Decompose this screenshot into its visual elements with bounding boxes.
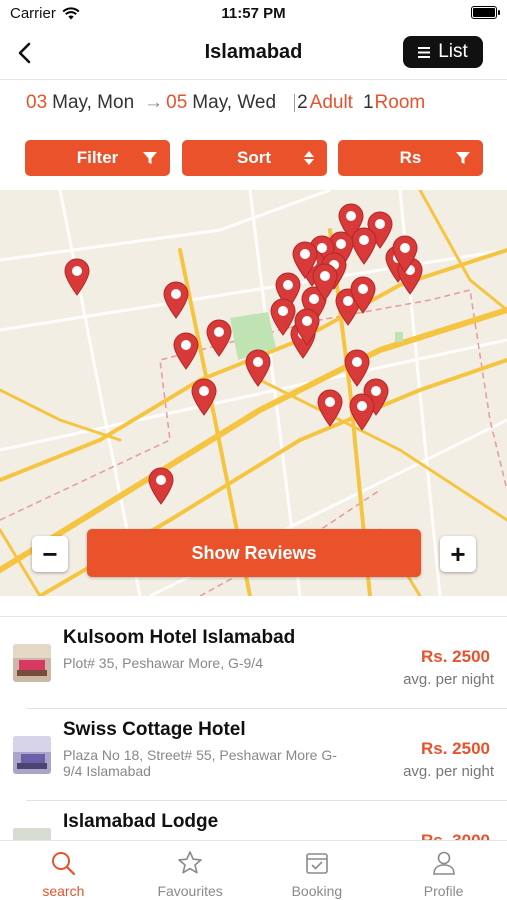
- list-icon: [418, 46, 431, 58]
- date-guest-selector[interactable]: 03 May, Mon → 05 May, Wed 2 Adult 1 Room: [26, 88, 486, 118]
- hotel-price: Rs. 3000: [421, 831, 490, 840]
- checkout-date: May, Wed: [192, 92, 277, 113]
- map-pin-icon[interactable]: [173, 332, 199, 370]
- hotel-address: Plot# 35, Peshawar More, G-9/4: [63, 655, 263, 671]
- hotel-thumbnail: [13, 644, 51, 682]
- map-pin-icon[interactable]: [351, 227, 377, 265]
- price-note: avg. per night: [403, 763, 494, 780]
- hotel-list-item[interactable]: Swiss Cottage Hotel Plaza No 18, Street#…: [0, 709, 507, 801]
- tab-booking-label: Booking: [291, 883, 343, 899]
- map-pin-icon[interactable]: [349, 393, 375, 431]
- hotel-name: Islamabad Lodge: [63, 811, 219, 832]
- map-pin-icon[interactable]: [163, 281, 189, 319]
- search-icon: [52, 852, 76, 876]
- sort-label: Sort: [237, 148, 271, 167]
- hotel-list-item[interactable]: Islamabad Lodge Rs. 3000: [0, 801, 507, 840]
- tab-bar: search Favourites Booking Profile: [0, 840, 507, 900]
- battery-icon: [471, 6, 500, 19]
- profile-icon: [432, 851, 455, 875]
- price-note: avg. per night: [403, 671, 494, 688]
- hotel-list: Kulsoom Hotel Islamabad Plot# 35, Peshaw…: [0, 616, 507, 840]
- divider: [294, 94, 296, 112]
- checkin-day: 03: [26, 92, 48, 113]
- map-pin-icon[interactable]: [245, 349, 271, 387]
- filter-label: Filter: [76, 148, 119, 167]
- zoom-out-button[interactable]: −: [32, 536, 68, 572]
- list-view-label: List: [438, 41, 468, 62]
- map-pin-icon[interactable]: [206, 319, 232, 357]
- nav-bar: Islamabad List: [0, 28, 507, 80]
- map-pin-icon[interactable]: [350, 276, 376, 314]
- sort-icon: [303, 151, 314, 165]
- hotel-address: Plaza No 18, Street# 55, Peshawar More G…: [63, 747, 337, 779]
- hotel-name: Swiss Cottage Hotel: [63, 719, 246, 740]
- hotel-thumbnail: [13, 828, 51, 840]
- arrow-right-icon: →: [144, 92, 164, 113]
- checkout-day: 05: [166, 92, 188, 113]
- tab-search[interactable]: search: [0, 841, 127, 900]
- tab-search-label: search: [42, 883, 85, 899]
- tab-profile[interactable]: Profile: [380, 841, 507, 900]
- tab-favourites[interactable]: Favourites: [127, 841, 254, 900]
- hotel-price: Rs. 2500: [421, 739, 490, 758]
- map-pin-icon[interactable]: [392, 235, 418, 273]
- checkin-date: May, Mon: [52, 92, 135, 113]
- status-bar: Carrier 11:57 PM: [0, 0, 507, 28]
- sort-button[interactable]: Sort: [181, 140, 327, 176]
- rooms-count: 1: [362, 92, 374, 113]
- status-time: 11:57 PM: [221, 5, 286, 22]
- zoom-in-button[interactable]: +: [440, 536, 476, 572]
- hotel-price: Rs. 2500: [421, 647, 490, 666]
- adults-count: 2: [297, 92, 308, 113]
- show-reviews-button[interactable]: Show Reviews: [87, 529, 421, 577]
- filter-bar: Filter Sort Rs: [25, 140, 483, 176]
- adults-label: Adult: [309, 92, 353, 113]
- hotel-name: Kulsoom Hotel Islamabad: [63, 627, 296, 648]
- map-pin-icon[interactable]: [148, 467, 174, 505]
- map-pin-icon[interactable]: [317, 389, 343, 427]
- price-filter-label: Rs: [399, 148, 422, 167]
- tab-favourites-label: Favourites: [157, 883, 223, 899]
- star-icon: [178, 851, 202, 874]
- map-pin-icon[interactable]: [294, 308, 320, 346]
- hotel-thumbnail: [13, 736, 51, 774]
- price-filter-button[interactable]: Rs: [338, 140, 483, 176]
- list-view-button[interactable]: List: [403, 36, 483, 68]
- tab-profile-label: Profile: [423, 883, 464, 899]
- map-view[interactable]: − Show Reviews +: [0, 190, 507, 596]
- map-pin-icon[interactable]: [191, 378, 217, 416]
- tab-booking[interactable]: Booking: [254, 841, 381, 900]
- map-pin-icon[interactable]: [64, 258, 90, 296]
- booking-icon: [306, 853, 328, 874]
- rooms-label: Room: [374, 92, 426, 113]
- funnel-icon: [456, 152, 470, 164]
- map-pin-icon[interactable]: [312, 263, 338, 301]
- filter-button[interactable]: Filter: [25, 140, 170, 176]
- funnel-icon: [143, 152, 157, 164]
- hotel-list-item[interactable]: Kulsoom Hotel Islamabad Plot# 35, Peshaw…: [0, 617, 507, 709]
